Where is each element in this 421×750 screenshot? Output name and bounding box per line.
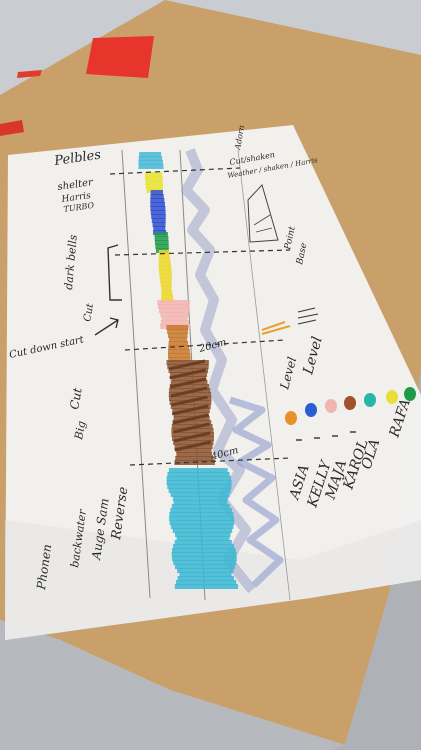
legend-dot: [285, 411, 297, 425]
legend-dot: [404, 387, 416, 401]
legend-dot: [305, 403, 317, 417]
legend-dot: [364, 393, 376, 407]
core-band-cyan: [174, 584, 238, 589]
photo-scene: Pelbles shelter Harris TURBO dark bells …: [0, 0, 421, 750]
red-tape: [86, 36, 154, 78]
legend-dot: [344, 396, 356, 410]
legend-dot: [325, 399, 337, 413]
core-band-cyan: [138, 164, 164, 169]
